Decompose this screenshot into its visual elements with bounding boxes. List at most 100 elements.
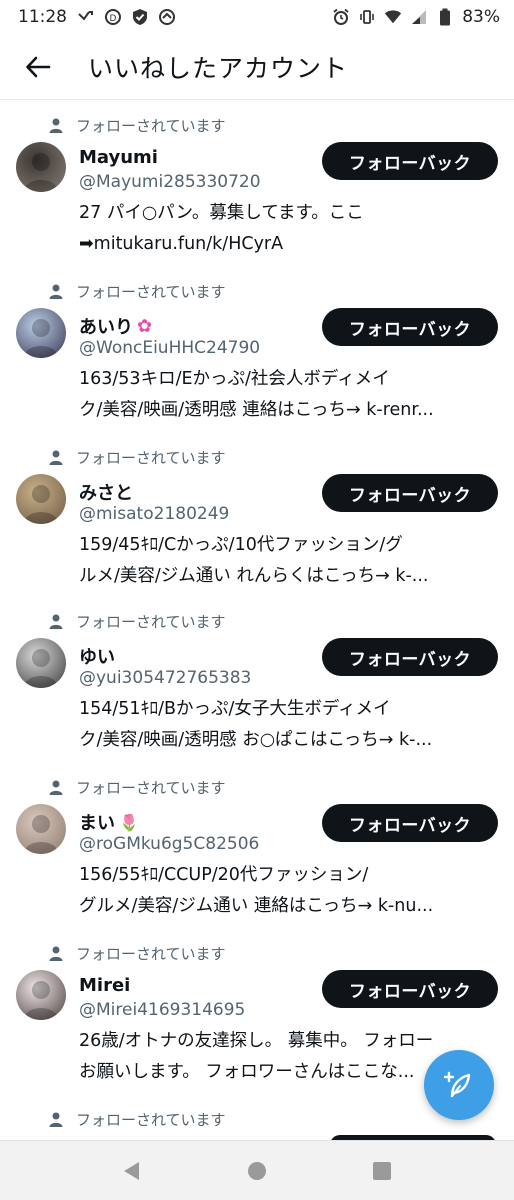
account-name[interactable]: Mirei (79, 975, 134, 996)
page-title: いいねしたアカウント (88, 53, 349, 83)
account-display-name: Mirei (79, 975, 131, 996)
follow-back-button[interactable]: フォローバック (322, 308, 498, 346)
bio-line: ク/美容/映画/透明感 お○ぱこはこっち→ k-... (79, 730, 433, 750)
name-emoji: 🌷 (119, 812, 139, 832)
follows-you-indicator: フォローされています (48, 446, 226, 468)
nav-recents-button[interactable] (362, 1151, 402, 1191)
account-handle: @Mirei4169314695 (79, 1000, 246, 1020)
account-name[interactable]: Mayumi (79, 147, 162, 168)
account-handle: @WoncEiuHHC24790 (79, 338, 261, 358)
signal-icon (410, 8, 428, 26)
follow-back-button[interactable]: フォローバック (322, 970, 498, 1008)
account-display-name: あいり (79, 317, 133, 338)
follows-you-label: フォローされています (76, 944, 226, 963)
bio-line: ルメ/美容/ジム通い れんらくはこっち→ k-... (79, 566, 429, 586)
account-name[interactable]: みさと (79, 479, 137, 505)
bio-line: 163/53キロ/Eかっぷ/社会人ボディメイ (79, 369, 390, 389)
person-icon (48, 779, 64, 795)
battery-icon (436, 8, 454, 26)
account-list-item[interactable]: フォローされています ゆい @yui305472765383 フォローバック 1… (0, 610, 514, 770)
circle-home-icon (247, 1161, 266, 1180)
account-name[interactable]: ゆい (79, 643, 119, 669)
vibrate-icon (358, 8, 376, 26)
person-icon (48, 283, 64, 299)
follow-back-button[interactable]: フォローバック (322, 142, 498, 180)
follows-you-indicator: フォローされています (48, 1108, 226, 1130)
status-system-icons: 83% (332, 7, 500, 27)
account-list-item[interactable]: フォローされています まい 🌷 @roGMku6g5C82506 フォローバック… (0, 776, 514, 936)
status-time: 11:28 (18, 7, 67, 27)
follows-you-label: フォローされています (76, 778, 226, 797)
bio-line: ➡mitukaru.fun/k/HCyrA (79, 234, 284, 254)
follows-you-label: フォローされています (76, 1110, 226, 1129)
compose-icon (443, 1071, 471, 1098)
account-handle: @yui305472765383 (79, 668, 252, 688)
avatar[interactable] (16, 142, 66, 192)
account-list-item[interactable]: フォローされています Mayumi @Mayumi285330720 フォローバ… (0, 114, 514, 274)
account-name[interactable]: あいり ✿ (79, 313, 152, 339)
follows-you-indicator: フォローされています (48, 610, 226, 632)
compose-button[interactable] (424, 1050, 494, 1120)
account-bio: 163/53キロ/Eかっぷ/社会人ボディメイ ク/美容/映画/透明感 連絡はこっ… (79, 364, 499, 426)
bio-line: グルメ/美容/ジム通い 連絡はこっち→ k-nu... (79, 896, 434, 916)
missed-call-icon (77, 8, 95, 26)
follow-back-button[interactable]: フォローバック (322, 638, 498, 676)
alarm-icon (332, 8, 350, 26)
account-handle: @roGMku6g5C82506 (79, 834, 260, 854)
system-nav-bar (0, 1140, 514, 1200)
follows-you-indicator: フォローされています (48, 280, 226, 302)
follows-you-label: フォローされています (76, 448, 226, 467)
nav-back-button[interactable] (112, 1151, 152, 1191)
account-list-item[interactable]: フォローされています みさと @misato2180249 フォローバック 15… (0, 446, 514, 606)
back-button[interactable] (10, 39, 66, 95)
person-icon (48, 1111, 64, 1127)
account-display-name: Mayumi (79, 147, 158, 168)
bio-line: 154/51ｷﾛ/Bかっぷ/女子大生ボディメイ (79, 699, 391, 719)
follows-you-indicator: フォローされています (48, 776, 226, 798)
nav-home-button[interactable] (237, 1151, 277, 1191)
follows-you-label: フォローされています (76, 116, 226, 135)
account-bio: 154/51ｷﾛ/Bかっぷ/女子大生ボディメイ ク/美容/映画/透明感 お○ぱこ… (79, 694, 499, 756)
avatar[interactable] (16, 308, 66, 358)
triangle-back-icon (124, 1161, 140, 1180)
account-display-name: まい (79, 813, 115, 834)
name-emoji: ✿ (137, 315, 153, 337)
account-bio: 159/45ｷﾛ/Cかっぷ/10代ファッション/グ ルメ/美容/ジム通い れんら… (79, 530, 499, 592)
wifi-icon (384, 8, 402, 26)
sync-icon (158, 8, 176, 26)
bio-line: 159/45ｷﾛ/Cかっぷ/10代ファッション/グ (79, 535, 403, 555)
account-list-item[interactable]: フォローされています あいり ✿ @WoncEiuHHC24790 フォローバッ… (0, 280, 514, 440)
svg-text:D: D (110, 14, 117, 24)
bio-line: 156/55ｷﾛ/CCUP/20代ファッション/ (79, 865, 369, 885)
person-icon (48, 613, 64, 629)
avatar[interactable] (16, 474, 66, 524)
follow-back-button[interactable]: フォローバック (322, 474, 498, 512)
data-saver-icon: D (104, 8, 122, 26)
account-handle: @Mayumi285330720 (79, 172, 261, 192)
account-bio: 27 パイ○パン。募集してます。ここ ➡mitukaru.fun/k/HCyrA (79, 198, 499, 260)
arrow-left-icon (26, 56, 51, 77)
battery-percent: 83% (462, 7, 500, 27)
follows-you-indicator: フォローされています (48, 942, 226, 964)
follows-you-label: フォローされています (76, 282, 226, 301)
avatar[interactable] (16, 804, 66, 854)
account-bio: 156/55ｷﾛ/CCUP/20代ファッション/ グルメ/美容/ジム通い 連絡は… (79, 860, 499, 922)
follows-you-label: フォローされています (76, 612, 226, 631)
person-icon (48, 117, 64, 133)
account-display-name: ゆい (79, 647, 115, 668)
account-display-name: みさと (79, 483, 133, 504)
bio-line: 27 パイ○パン。募集してます。ここ (79, 203, 364, 223)
person-icon (48, 449, 64, 465)
person-icon (48, 945, 64, 961)
status-bar: 11:28 D 83% (0, 0, 514, 34)
status-notification-icons: D (77, 8, 176, 26)
follows-you-indicator: フォローされています (48, 114, 226, 136)
avatar[interactable] (16, 970, 66, 1020)
account-name[interactable]: まい 🌷 (79, 809, 139, 835)
app-header: いいねしたアカウント (0, 34, 514, 100)
account-handle: @misato2180249 (79, 504, 230, 524)
follow-back-button[interactable]: フォローバック (322, 804, 498, 842)
bio-line: 26歳/オトナの友達探し。 募集中。 フォロー (79, 1031, 434, 1051)
shield-icon (131, 8, 149, 26)
avatar[interactable] (16, 638, 66, 688)
